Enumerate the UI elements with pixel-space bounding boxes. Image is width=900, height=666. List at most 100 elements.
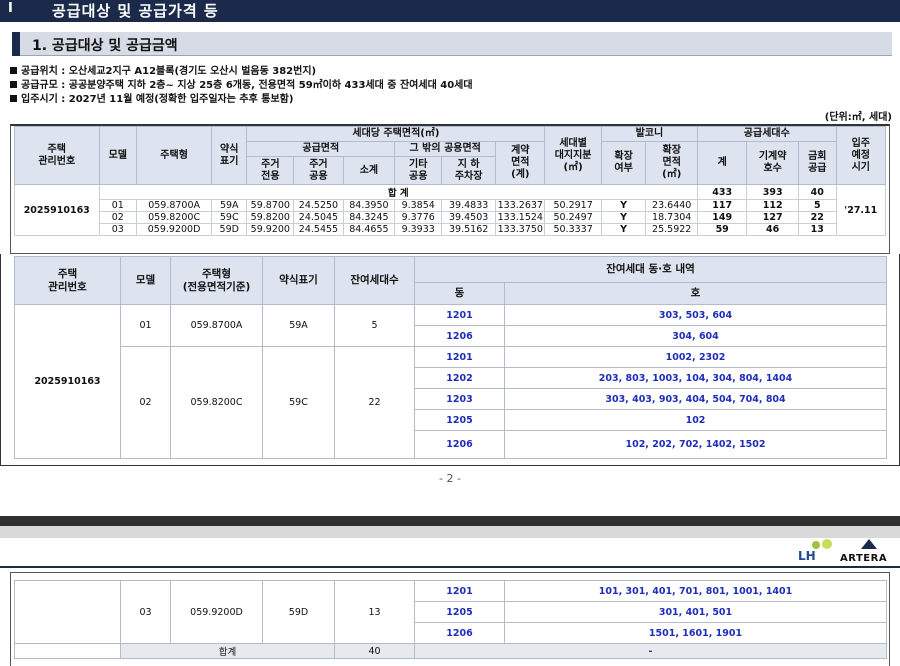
cell-ho: 203, 803, 1003, 104, 304, 804, 1404	[504, 367, 887, 389]
cell-private: 59.8700	[246, 199, 295, 212]
th-move-in: 입주 예정 시기	[835, 126, 887, 185]
cell-private: 59.9200	[246, 223, 295, 236]
th-subtotal: 소계	[342, 156, 396, 185]
cell-dong: 1206	[414, 325, 505, 347]
cell-abbr: 59D	[262, 580, 335, 644]
th-units-group: 공급세대수	[697, 126, 837, 142]
th2-house-no: 주택 관리번호	[14, 256, 121, 305]
supply-area-table: 주택 관리번호 모델 주택형 약식 표기 세대당 주택면적(㎡) 세대별 대지지…	[14, 126, 887, 236]
th-model: 모델	[98, 126, 138, 185]
lh-logo-dot-icon	[812, 541, 820, 549]
cell-model: 01	[120, 304, 171, 347]
table-row-total: 2025910163 합 계 433 393 40 '27.11	[14, 184, 887, 236]
cell-contract: 133.2637	[495, 199, 546, 212]
table-row: 02 059.8200C 59C 22 1201 1002, 2302	[15, 346, 887, 459]
th2-detail: 잔여세대 동·호 내역	[414, 256, 887, 283]
cell-other: 9.3854	[394, 199, 443, 212]
cell-common: 24.5250	[293, 199, 344, 212]
cell-dong: 1206	[414, 430, 505, 459]
cell-other: 9.3933	[394, 223, 443, 236]
th2-type: 주택형 (전용면적기준)	[170, 256, 263, 305]
document-page: Ⅰ 공급대상 및 공급가격 등 1. 공급대상 및 공급금액 공급위치 : 오산…	[0, 0, 900, 666]
cell-dong: 1201	[414, 304, 505, 326]
section-header: Ⅰ 공급대상 및 공급가격 등	[0, 0, 900, 20]
section-number: Ⅰ	[8, 1, 13, 16]
bullet-square-icon	[10, 67, 17, 74]
house-no-cell: 2025910163	[14, 184, 100, 236]
cell-model: 03	[98, 223, 138, 236]
page-header-line	[0, 566, 900, 568]
th2-remain: 잔여세대수	[334, 256, 415, 305]
cell-dong: 1206	[414, 622, 505, 644]
cell-abbr: 59D	[211, 223, 248, 236]
subsection-header: 1. 공급대상 및 공급금액	[12, 32, 892, 56]
cell-sum: 59	[697, 223, 748, 236]
cell-ho: 101, 301, 401, 701, 801, 1001, 1401	[504, 580, 887, 602]
cell-sum: 117	[697, 199, 748, 212]
cell-parking: 39.5162	[441, 223, 497, 236]
cell-common: 24.5455	[293, 223, 344, 236]
cell-common: 24.5045	[293, 211, 344, 224]
th-land: 세대별 대지지분 (㎡)	[544, 126, 602, 185]
artera-logo-text: ARTERA	[840, 553, 888, 564]
section-underline	[0, 20, 900, 22]
cell-ho: 1501, 1601, 1901	[504, 622, 887, 644]
lh-logo-dot-icon	[822, 539, 832, 549]
remaining-units-table: 주택 관리번호 모델 주택형 (전용면적기준) 약식표기 잔여세대수 잔여세대 …	[14, 256, 887, 459]
page-gap	[0, 516, 900, 526]
cell-parking: 39.4503	[441, 211, 497, 224]
cell-parking: 39.4833	[441, 199, 497, 212]
table-row: 03 059.9200D 59D 59.9200 24.5455 84.4655…	[15, 223, 886, 236]
bullet-square-icon	[10, 81, 17, 88]
house-no-cell: 2025910163	[14, 304, 121, 459]
th2-abbr: 약식표기	[262, 256, 335, 305]
table-row: 2025910163 01 059.8700A 59A 5 1201 303, …	[14, 304, 887, 459]
cell-type: 059.9200D	[170, 580, 263, 644]
cell-ext: Y	[600, 211, 647, 224]
cell-abbr: 59C	[211, 211, 248, 224]
cell-ext-area: 25.5922	[645, 223, 699, 236]
th-common: 주거 공용	[293, 156, 344, 185]
th-ext-area: 확장 면적 (㎡)	[645, 141, 699, 185]
subsection-title: 1. 공급대상 및 공급금액	[32, 38, 178, 54]
th-sum: 계	[697, 141, 748, 185]
cell-subtotal: 84.3950	[342, 199, 396, 212]
cell-type: 059.8200C	[170, 346, 263, 459]
cell-land: 50.3337	[544, 223, 602, 236]
th-balcony: 발코니	[600, 126, 699, 142]
th2-dong: 동	[414, 282, 505, 305]
cell-remain: 13	[334, 580, 415, 644]
cell-ext-area: 23.6440	[645, 199, 699, 212]
cell-abbr: 59A	[262, 304, 335, 347]
cell-abbr: 59A	[211, 199, 248, 212]
cell-dong: 1205	[414, 601, 505, 623]
cell-contract: 133.3750	[495, 223, 546, 236]
cell-ho: 102	[504, 409, 887, 431]
th-parking: 지 하 주차장	[441, 156, 497, 185]
cell-ho: 102, 202, 702, 1402, 1502	[504, 430, 887, 459]
cell-land: 50.2917	[544, 199, 602, 212]
cell-prior: 46	[746, 223, 799, 236]
house-no-cell-empty	[14, 580, 121, 644]
th-other: 기타 공용	[394, 156, 443, 185]
sum-ho: -	[414, 643, 887, 659]
artera-logo: ARTERA	[838, 539, 900, 567]
cell-dong: 1202	[414, 367, 505, 389]
cell-ext: Y	[600, 223, 647, 236]
move-in-cell: '27.11	[835, 184, 887, 236]
cell-other: 9.3776	[394, 211, 443, 224]
sum-empty-cell	[14, 643, 121, 659]
cell-subtotal: 84.4655	[342, 223, 396, 236]
cell-abbr: 59C	[262, 346, 335, 459]
cell-ho: 303, 503, 604	[504, 304, 887, 326]
cell-recovered: 5	[797, 199, 837, 212]
cell-dong: 1201	[414, 580, 505, 602]
total-sum: 433	[697, 184, 748, 200]
total-label: 합 계	[98, 184, 699, 200]
th-area-group: 세대당 주택면적(㎡)	[246, 126, 546, 142]
cell-dong: 1201	[414, 346, 505, 368]
th-contract: 계약 면적 (계)	[495, 141, 546, 185]
th2-ho: 호	[504, 282, 887, 305]
lh-logo: LH	[798, 539, 838, 563]
th2-model: 모델	[120, 256, 171, 305]
